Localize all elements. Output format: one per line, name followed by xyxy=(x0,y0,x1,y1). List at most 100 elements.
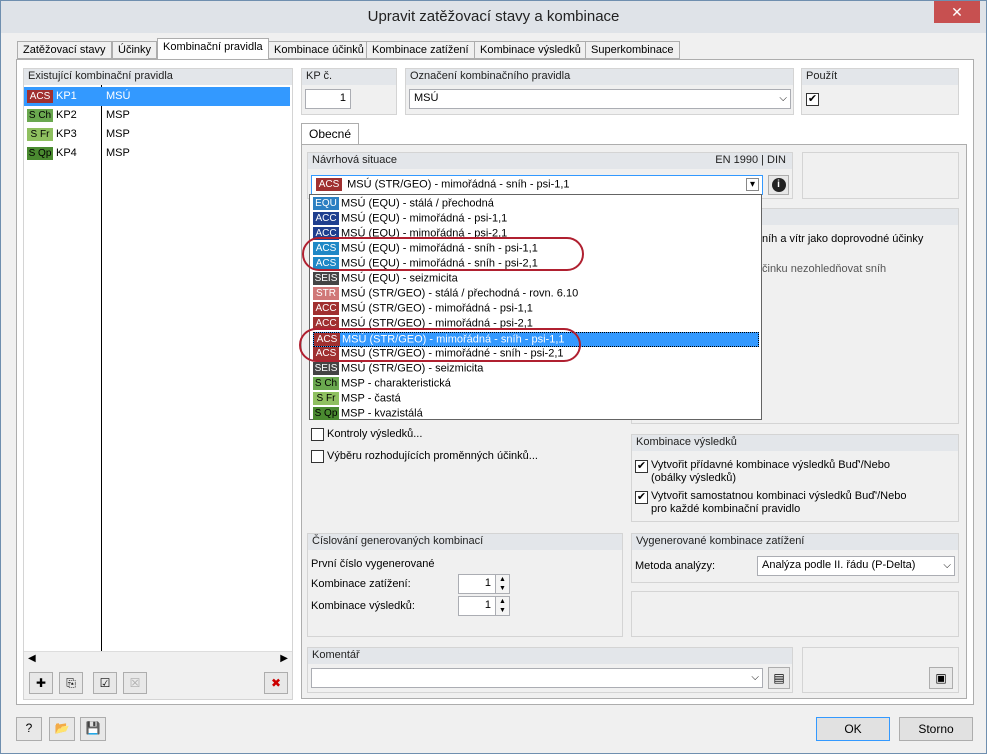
equ-badge: EQU xyxy=(313,197,339,210)
oznaceni-group: Označení kombinačního pravidla MSÚ ⌵ xyxy=(405,68,794,115)
column-divider xyxy=(101,85,102,655)
scroll-right-icon[interactable]: ▶ xyxy=(280,653,288,664)
delete-list-icon[interactable]: ☒ xyxy=(123,672,147,694)
spin-icon[interactable]: ▲ ▼ xyxy=(495,575,509,593)
cislovani-header: Číslování generovaných kombinací xyxy=(308,534,622,550)
opt2-checkbox[interactable]: ✔ xyxy=(635,491,648,504)
dropdown-item-text: MSÚ (STR/GEO) - seizmicita xyxy=(341,362,484,375)
vyberu-checkbox[interactable] xyxy=(311,450,324,463)
horizontal-scrollbar[interactable]: ◀ ▶ xyxy=(24,651,292,667)
check-list-icon[interactable]: ☑ xyxy=(93,672,117,694)
save-icon[interactable]: 💾 xyxy=(80,717,106,741)
subtab-obecne[interactable]: Obecné xyxy=(301,123,360,145)
dropdown-item[interactable]: SEIS MSÚ (EQU) - seizmicita xyxy=(313,272,759,287)
rules-list-panel: Existující kombinační pravidla ACS KP1 M… xyxy=(23,68,293,700)
kontroly-checkbox[interactable] xyxy=(311,428,324,441)
sfr-badge: S Fr xyxy=(27,128,53,141)
pouzit-checkbox[interactable]: ✔ xyxy=(806,93,819,106)
dropdown-item[interactable]: S Qp MSP - kvazistálá xyxy=(313,407,759,422)
import-icon[interactable]: ▣ xyxy=(929,667,953,689)
acs-badge: ACS xyxy=(27,90,53,103)
kv-value: 1 xyxy=(484,599,491,611)
storno-button[interactable]: Storno xyxy=(899,717,973,741)
sch-badge: S Ch xyxy=(313,377,339,390)
dropdown-item[interactable]: S Fr MSP - častá xyxy=(313,392,759,407)
chevron-down-icon: ⌵ xyxy=(943,560,951,571)
comment-library-icon[interactable]: ▤ xyxy=(768,667,790,689)
kontroly-label[interactable]: Kontroly výsledků... xyxy=(327,428,422,440)
pouzit-group: Použít ✔ xyxy=(801,68,959,115)
close-button[interactable]: ✕ xyxy=(934,1,980,23)
right-bottom-box: ▣ xyxy=(802,647,959,693)
opt1-checkbox[interactable]: ✔ xyxy=(635,460,648,473)
info-button[interactable]: i xyxy=(768,175,789,195)
dropdown-item[interactable]: ACC MSÚ (STR/GEO) - mimořádná - psi-1,1 xyxy=(313,302,759,317)
kp-number-input[interactable]: 1 xyxy=(305,89,351,109)
open-folder-icon[interactable]: 📂 xyxy=(49,717,75,741)
metoda-dropdown[interactable]: Analýza podle II. řádu (P-Delta) ⌵ xyxy=(757,556,955,576)
dropdown-item[interactable]: ACC MSÚ (EQU) - mimořádná - psi-1,1 xyxy=(313,212,759,227)
opt1-label-line1: Vytvořit přídavné kombinace výsledků Buď… xyxy=(651,459,890,471)
tab-kombinacni-pravidla[interactable]: Kombinační pravidla xyxy=(157,38,269,60)
opt2-label-line2: pro každé kombinační pravidlo xyxy=(651,503,801,515)
kz-spinner[interactable]: 1 ▲ ▼ xyxy=(458,574,510,594)
copy-rule-icon[interactable]: ⎘ xyxy=(59,672,83,694)
dropdown-item-text: MSÚ (EQU) - stálá / přechodná xyxy=(341,197,494,210)
delete-icon[interactable]: ✖ xyxy=(264,672,288,694)
vygenerovane-header: Vygenerované kombinace zatížení xyxy=(632,534,958,550)
vygenerovane-group: Vygenerované kombinace zatížení Metoda a… xyxy=(631,533,959,583)
list-item-kp2[interactable]: S Ch KP2 MSP xyxy=(24,106,290,125)
navrhova-situace-dropdown[interactable]: ACS MSÚ (STR/GEO) - mimořádná - sníh - p… xyxy=(311,175,763,195)
list-item-id: KP3 xyxy=(56,128,77,140)
list-item-kp4[interactable]: S Qp KP4 MSP xyxy=(24,144,290,163)
hidden-option-text-2: činku nezohledňovat sníh xyxy=(762,263,887,275)
list-item-id: KP1 xyxy=(56,90,77,102)
oznaceni-label: Označení kombinačního pravidla xyxy=(406,69,793,85)
info-icon: i xyxy=(771,178,786,192)
dropdown-item[interactable]: EQU MSÚ (EQU) - stálá / přechodná xyxy=(313,197,759,212)
window-title: Upravit zatěžovací stavy a kombinace xyxy=(367,8,620,25)
tab-ucinky[interactable]: Účinky xyxy=(112,41,158,59)
dialog-window: Upravit zatěžovací stavy a kombinace ✕ Z… xyxy=(0,0,987,754)
navrhova-situace-label: Návrhová situace EN 1990 | DIN xyxy=(308,153,792,169)
tab-superkombinace[interactable]: Superkombinace xyxy=(585,41,680,59)
acs-badge: ACS xyxy=(316,178,342,191)
pouzit-label: Použít xyxy=(802,69,958,85)
right-empty-box xyxy=(802,152,959,199)
spin-icon[interactable]: ▲ ▼ xyxy=(495,597,509,615)
vyberu-label[interactable]: Výběru rozhodujících proměnných účinků..… xyxy=(327,450,538,462)
chevron-down-icon[interactable]: ▾ xyxy=(746,178,759,191)
kv-spinner[interactable]: 1 ▲ ▼ xyxy=(458,596,510,616)
list-item-kp1[interactable]: ACS KP1 MSÚ xyxy=(24,87,290,106)
list-item-kp3[interactable]: S Fr KP3 MSP xyxy=(24,125,290,144)
dropdown-item[interactable]: S Ch MSP - charakteristická xyxy=(313,377,759,392)
dropdown-item-text: MSP - častá xyxy=(341,392,401,405)
navrhova-situace-dropdown-list[interactable]: EQU MSÚ (EQU) - stálá / přechodná ACC MSÚ … xyxy=(309,194,762,420)
tab-kombinace-ucinku[interactable]: Kombinace účinků xyxy=(268,41,370,59)
tab-kombinace-zatizeni[interactable]: Kombinace zatížení xyxy=(366,41,475,59)
dropdown-item[interactable]: STR MSÚ (STR/GEO) - stálá / přechodná - r… xyxy=(313,287,759,302)
kombinace-vysledku-header: Kombinace výsledků xyxy=(632,435,958,451)
list-item-name: MSP xyxy=(106,147,130,159)
list-toolbar: ✚ ⎘ ☑ ☒ ✖ xyxy=(24,667,292,699)
new-rule-icon[interactable]: ✚ xyxy=(29,672,53,694)
chevron-down-icon: ⌵ xyxy=(779,93,787,104)
sch-badge: S Ch xyxy=(27,109,53,122)
oznaceni-dropdown[interactable]: MSÚ ⌵ xyxy=(409,89,791,109)
tab-kombinace-vysledku[interactable]: Kombinace výsledků xyxy=(474,41,587,59)
kp-number-label: KP č. xyxy=(302,69,396,85)
hidden-option-text-1: níh a vítr jako doprovodné účinky xyxy=(762,233,924,245)
seis-badge: SEIS xyxy=(313,362,339,375)
dropdown-item-text: MSÚ (STR/GEO) - mimořádná - psi-1,1 xyxy=(341,302,533,315)
komentar-dropdown[interactable]: ⌵ xyxy=(311,668,763,688)
komentar-label: Komentář xyxy=(308,648,792,664)
dropdown-item-text: MSÚ (EQU) - mimořádná - psi-1,1 xyxy=(341,212,508,225)
rules-list-header: Existující kombinační pravidla xyxy=(24,69,292,85)
dropdown-item[interactable]: SEIS MSÚ (STR/GEO) - seizmicita xyxy=(313,362,759,377)
tab-zatezovaci-stavy[interactable]: Zatěžovací stavy xyxy=(17,41,112,59)
ok-button[interactable]: OK xyxy=(816,717,890,741)
help-icon[interactable]: ? xyxy=(16,717,42,741)
dropdown-item-text: MSP - charakteristická xyxy=(341,377,451,390)
kv-label: Kombinace výsledků: xyxy=(311,600,415,612)
scroll-left-icon[interactable]: ◀ xyxy=(28,653,36,664)
